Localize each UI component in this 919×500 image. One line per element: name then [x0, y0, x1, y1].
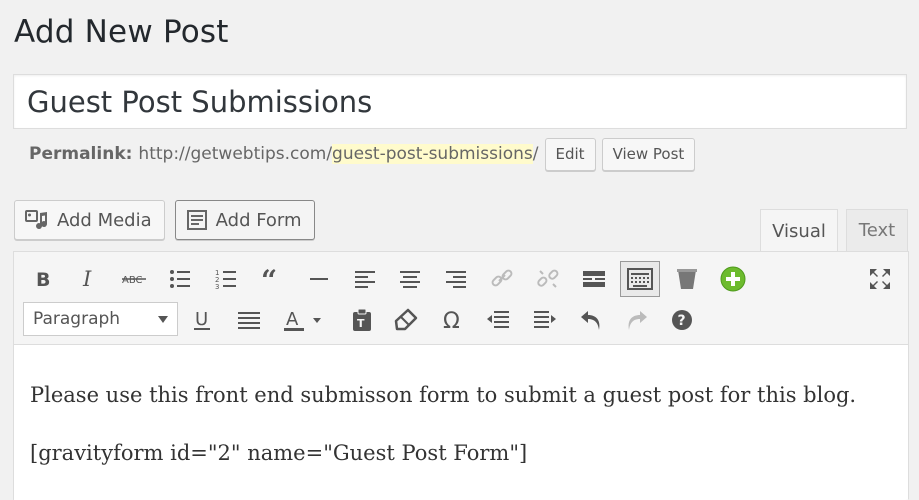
svg-text:Ω: Ω	[443, 309, 460, 332]
blockquote-icon[interactable]: “	[257, 264, 287, 294]
text-color-icon[interactable]: A	[282, 305, 328, 335]
read-more-icon[interactable]	[579, 264, 609, 294]
italic-icon[interactable]: I	[74, 264, 104, 294]
help-icon[interactable]: ?	[667, 305, 697, 335]
content-paragraph: Please use this front end submisson form…	[30, 383, 857, 407]
svg-text:I: I	[82, 268, 92, 290]
svg-text:?: ?	[678, 313, 686, 329]
underline-icon[interactable]: U	[187, 305, 217, 335]
permalink-label: Permalink:	[29, 144, 133, 164]
add-form-label: Add Form	[215, 209, 302, 231]
bullet-list-icon[interactable]	[165, 264, 195, 294]
paste-text-icon[interactable]: T	[347, 305, 377, 335]
indent-icon[interactable]	[530, 305, 560, 335]
tab-visual[interactable]: Visual	[760, 209, 838, 252]
trash-icon[interactable]	[672, 264, 702, 294]
format-select[interactable]: Paragraph	[23, 302, 178, 336]
editor-area: B I ABC 123 “ Paragraph U A T Ω ? Please…	[13, 251, 909, 500]
special-character-icon[interactable]: Ω	[438, 305, 468, 335]
permalink-trailing-slash: /	[532, 144, 539, 164]
clear-formatting-icon[interactable]	[391, 305, 421, 335]
post-editor-screen: Add New Post Guest Post Submissions Perm…	[0, 0, 919, 500]
svg-text:A: A	[286, 309, 299, 330]
link-icon[interactable]	[487, 264, 517, 294]
editor-content[interactable]: Please use this front end submisson form…	[14, 345, 908, 467]
svg-text:U: U	[195, 309, 208, 330]
justify-icon[interactable]	[234, 305, 264, 335]
toolbar-toggle-icon[interactable]	[620, 261, 660, 297]
add-icon[interactable]	[718, 264, 748, 294]
content-shortcode: [gravityform id="2" name="Guest Post For…	[30, 441, 528, 465]
fullscreen-icon[interactable]	[865, 264, 895, 294]
add-form-button[interactable]: Add Form	[174, 200, 315, 240]
editor-toolbar: B I ABC 123 “ Paragraph U A T Ω ?	[14, 252, 908, 345]
media-icon	[25, 209, 49, 231]
post-title-input[interactable]: Guest Post Submissions	[13, 74, 907, 129]
align-left-icon[interactable]	[350, 264, 380, 294]
svg-text:“: “	[261, 268, 277, 290]
format-select-value: Paragraph	[33, 309, 121, 329]
align-center-icon[interactable]	[395, 264, 425, 294]
svg-text:ABC: ABC	[122, 275, 143, 286]
form-icon	[186, 209, 208, 231]
bold-icon[interactable]: B	[28, 264, 58, 294]
permalink-base-url: http://getwebtips.com/	[138, 144, 333, 164]
chevron-down-icon	[158, 316, 168, 323]
tab-text[interactable]: Text	[846, 209, 908, 251]
redo-icon[interactable]	[622, 305, 652, 335]
svg-text:B: B	[36, 269, 50, 290]
view-post-button[interactable]: View Post	[601, 137, 696, 171]
edit-permalink-button[interactable]: Edit	[544, 137, 596, 171]
media-buttons: Add Media Add Form	[14, 200, 315, 240]
strikethrough-icon[interactable]: ABC	[119, 264, 149, 294]
svg-text:3: 3	[215, 283, 219, 290]
permalink-row: Permalink: http://getwebtips.com/guest-p…	[29, 137, 696, 171]
align-right-icon[interactable]	[441, 264, 471, 294]
unlink-icon[interactable]	[533, 264, 563, 294]
add-media-label: Add Media	[57, 209, 152, 231]
permalink-slug[interactable]: guest-post-submissions	[332, 144, 533, 164]
page-title: Add New Post	[14, 14, 229, 50]
numbered-list-icon[interactable]: 123	[211, 264, 241, 294]
svg-text:T: T	[357, 317, 365, 330]
add-media-button[interactable]: Add Media	[14, 200, 165, 240]
undo-icon[interactable]	[576, 305, 606, 335]
outdent-icon[interactable]	[483, 305, 513, 335]
horizontal-rule-icon[interactable]	[304, 264, 334, 294]
